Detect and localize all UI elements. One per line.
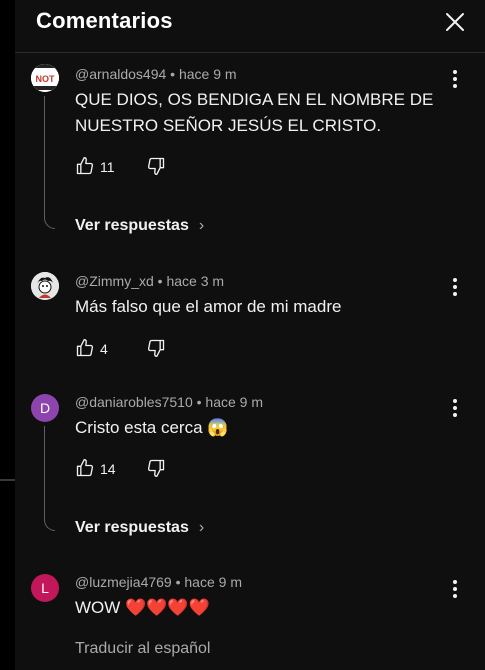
thumbs-down-icon[interactable] [146,458,166,478]
thumbs-up-icon[interactable] [75,156,95,176]
comment-text: Cristo esta cerca 😱 [75,418,229,437]
translate-link[interactable]: Traducir al español [75,640,210,658]
avatar[interactable] [31,272,59,300]
avatar-letter: L [41,580,49,596]
more-vert-icon[interactable] [448,68,462,90]
like-count: 14 [100,461,116,477]
comment-meta: @Zimmy_xd • hace 3 m [75,273,225,289]
thread-line [44,96,55,229]
avatar[interactable]: NOT [31,64,59,92]
like-count: 11 [100,159,115,175]
thumbs-up-icon[interactable] [75,338,95,358]
comment-meta: @daniarobles7510 • hace 9 m [75,394,264,410]
left-background-strip [0,0,15,670]
left-divider-mark [0,479,15,481]
comment-text: WOW ❤️❤️❤️❤️ [75,598,210,617]
like-count: 4 [100,341,108,357]
more-vert-icon[interactable] [448,397,462,419]
comment-text: Más falso que el amor de mi madre [75,297,342,316]
more-vert-icon[interactable] [448,578,462,600]
thread-line [44,426,55,531]
view-replies-button[interactable]: Ver respuestas › [75,217,204,235]
view-replies-label: Ver respuestas [75,519,189,536]
avatar-logo-text: NOT [36,74,56,84]
panel-title: Comentarios [36,8,173,33]
comment-text: QUE DIOS, OS BENDIGA EN EL NOMBRE DE NUE… [75,90,434,135]
view-replies-label: Ver respuestas [75,217,189,234]
more-vert-icon[interactable] [448,276,462,298]
thumbs-down-icon[interactable] [146,338,166,358]
chevron-right-icon: › [198,519,205,536]
comment-meta: @arnaldos494 • hace 9 m [75,66,237,82]
view-replies-button[interactable]: Ver respuestas › [75,519,204,537]
avatar[interactable]: D [31,394,59,422]
comment-meta: @luzmejia4769 • hace 9 m [75,574,242,590]
thumbs-down-icon[interactable] [146,156,166,176]
chevron-right-icon: › [198,217,205,234]
comments-panel: Comentarios NOT @arnaldos494 • hace 9 m … [15,0,485,670]
avatar-letter: D [39,400,51,416]
avatar[interactable]: L [31,574,59,602]
close-icon[interactable] [443,10,467,34]
thumbs-up-icon[interactable] [75,458,95,478]
comments-header: Comentarios [15,0,485,53]
